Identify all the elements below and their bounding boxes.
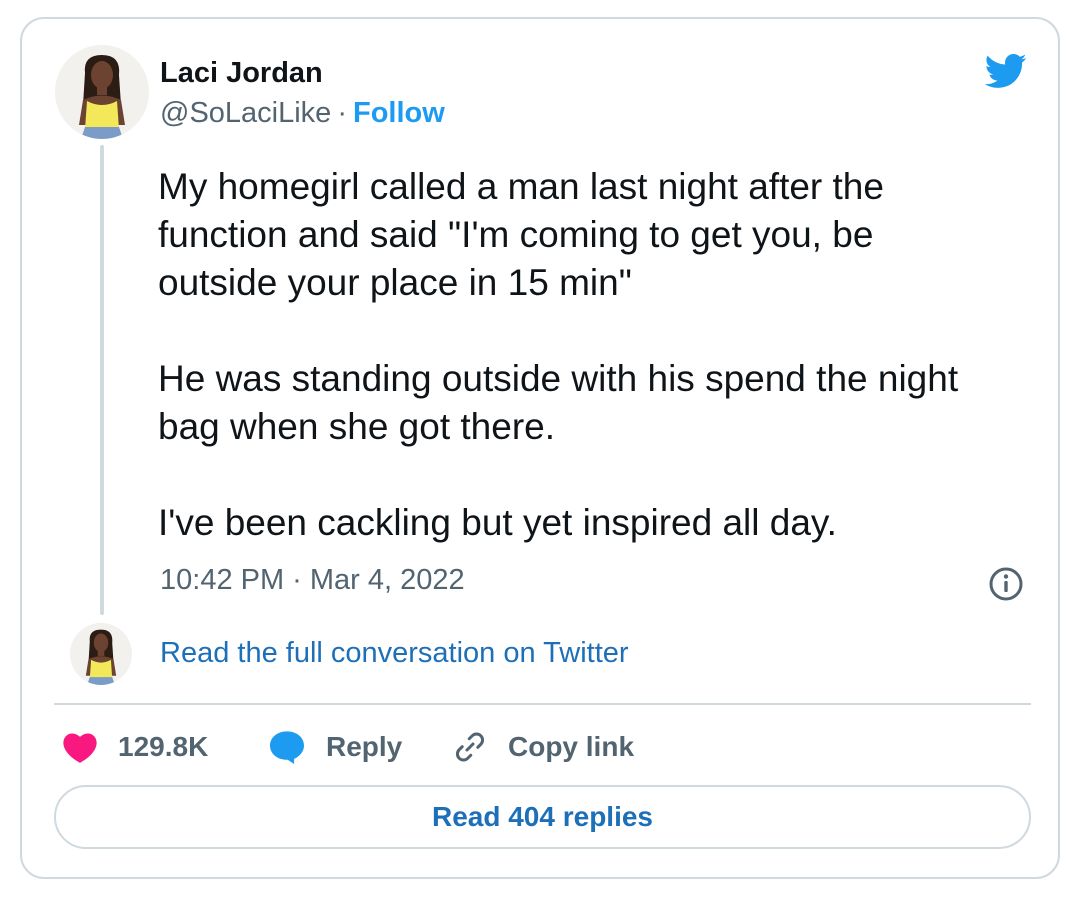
copy-link-label: Copy link [508, 731, 635, 762]
follow-button[interactable]: Follow [353, 97, 445, 129]
read-conversation-link[interactable]: Read the full conversation on Twitter [160, 637, 629, 670]
author-handle[interactable]: @SoLaciLike [160, 97, 331, 129]
read-replies-button[interactable]: Read 404 replies [54, 785, 1031, 849]
reply-label: Reply [326, 731, 403, 762]
link-icon [456, 732, 484, 762]
avatar-image [55, 45, 149, 139]
copy-link-button[interactable]: Copy link [452, 725, 634, 769]
read-replies-label: Read 404 replies [431, 801, 654, 832]
reply-button[interactable]: Reply [268, 725, 402, 769]
twitter-bird-icon[interactable] [979, 49, 1031, 93]
divider [54, 703, 1031, 705]
author-avatar[interactable] [55, 45, 149, 139]
reply-avatar-image [70, 623, 132, 685]
tweet-timestamp[interactable]: 10:42 PM · Mar 4, 2022 [160, 564, 465, 597]
speech-bubble-icon [270, 731, 304, 764]
author-name[interactable]: Laci Jordan [160, 57, 323, 90]
likes-count: 129.8K [118, 731, 209, 762]
heart-icon [63, 733, 97, 763]
separator-dot: · [337, 97, 347, 129]
thread-line [100, 145, 104, 615]
info-icon[interactable] [988, 566, 1024, 602]
tweet-text: My homegirl called a man last night afte… [158, 166, 959, 543]
author-handle-row: @SoLaciLike · Follow [160, 97, 445, 130]
reply-avatar[interactable] [70, 623, 132, 685]
like-button[interactable]: 129.8K [62, 725, 208, 769]
tweet-card: Laci Jordan @SoLaciLike · Follow My homegi… [20, 17, 1060, 879]
